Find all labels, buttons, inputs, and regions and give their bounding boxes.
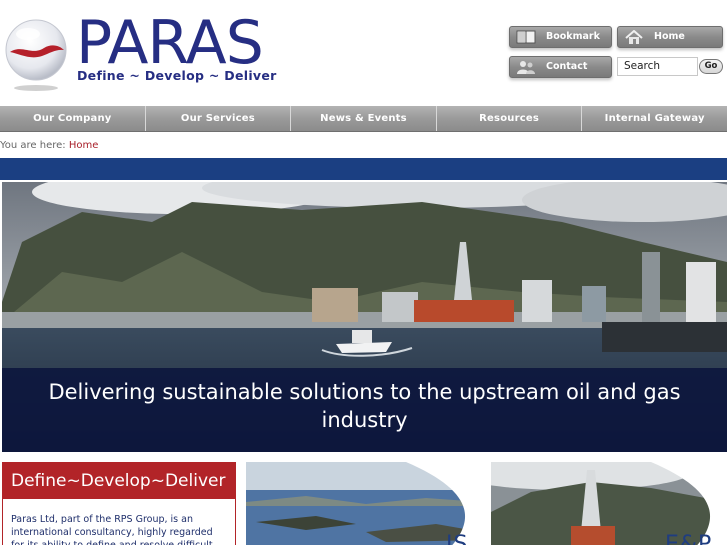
nav-item-news-events[interactable]: News & Events <box>291 106 437 131</box>
nav-item-resources[interactable]: Resources <box>437 106 583 131</box>
is-panel-tag: IS <box>446 532 469 545</box>
nav-item-internal-gateway[interactable]: Internal Gateway <box>582 106 727 131</box>
home-button[interactable]: Home <box>617 26 723 48</box>
site-logo[interactable]: PARAS Define ~ Develop ~ Deliver <box>2 8 277 94</box>
intro-panel: Define~Develop~Deliver Paras Ltd, part o… <box>2 462 236 545</box>
paras-orb-icon <box>5 19 67 91</box>
breadcrumb: You are here: Home <box>0 140 98 151</box>
banner-top-bar <box>0 158 727 180</box>
esp-panel[interactable]: E&P <box>491 462 727 545</box>
logo-wordmark: PARAS <box>76 8 264 78</box>
bookmark-label: Bookmark <box>546 31 600 42</box>
contact-people-icon <box>517 61 535 74</box>
contact-button[interactable]: Contact <box>509 56 612 78</box>
intro-panel-body: Paras Ltd, part of the RPS Group, is an … <box>11 514 213 545</box>
contact-label: Contact <box>546 61 588 72</box>
search-go-button[interactable]: Go <box>699 59 723 74</box>
home-label: Home <box>654 31 685 42</box>
home-icon <box>625 30 643 44</box>
bookmark-button[interactable]: Bookmark <box>509 26 612 48</box>
breadcrumb-home-link[interactable]: Home <box>69 140 99 151</box>
breadcrumb-prefix: You are here: <box>0 140 66 151</box>
hero-banner[interactable]: Delivering sustainable solutions to the … <box>2 182 727 452</box>
nav-item-our-company[interactable]: Our Company <box>0 106 146 131</box>
is-panel[interactable]: IS <box>246 462 482 545</box>
main-nav: Our Company Our Services News & Events R… <box>0 106 727 132</box>
intro-panel-title: Define~Develop~Deliver <box>3 463 235 499</box>
logo-tagline: Define ~ Develop ~ Deliver <box>77 68 277 83</box>
esp-panel-tag: E&P <box>665 532 713 545</box>
bookmark-icon <box>516 30 536 44</box>
search-input[interactable]: Search <box>617 57 698 76</box>
nav-item-our-services[interactable]: Our Services <box>146 106 292 131</box>
hero-caption-text: Delivering sustainable solutions to the … <box>48 380 681 432</box>
